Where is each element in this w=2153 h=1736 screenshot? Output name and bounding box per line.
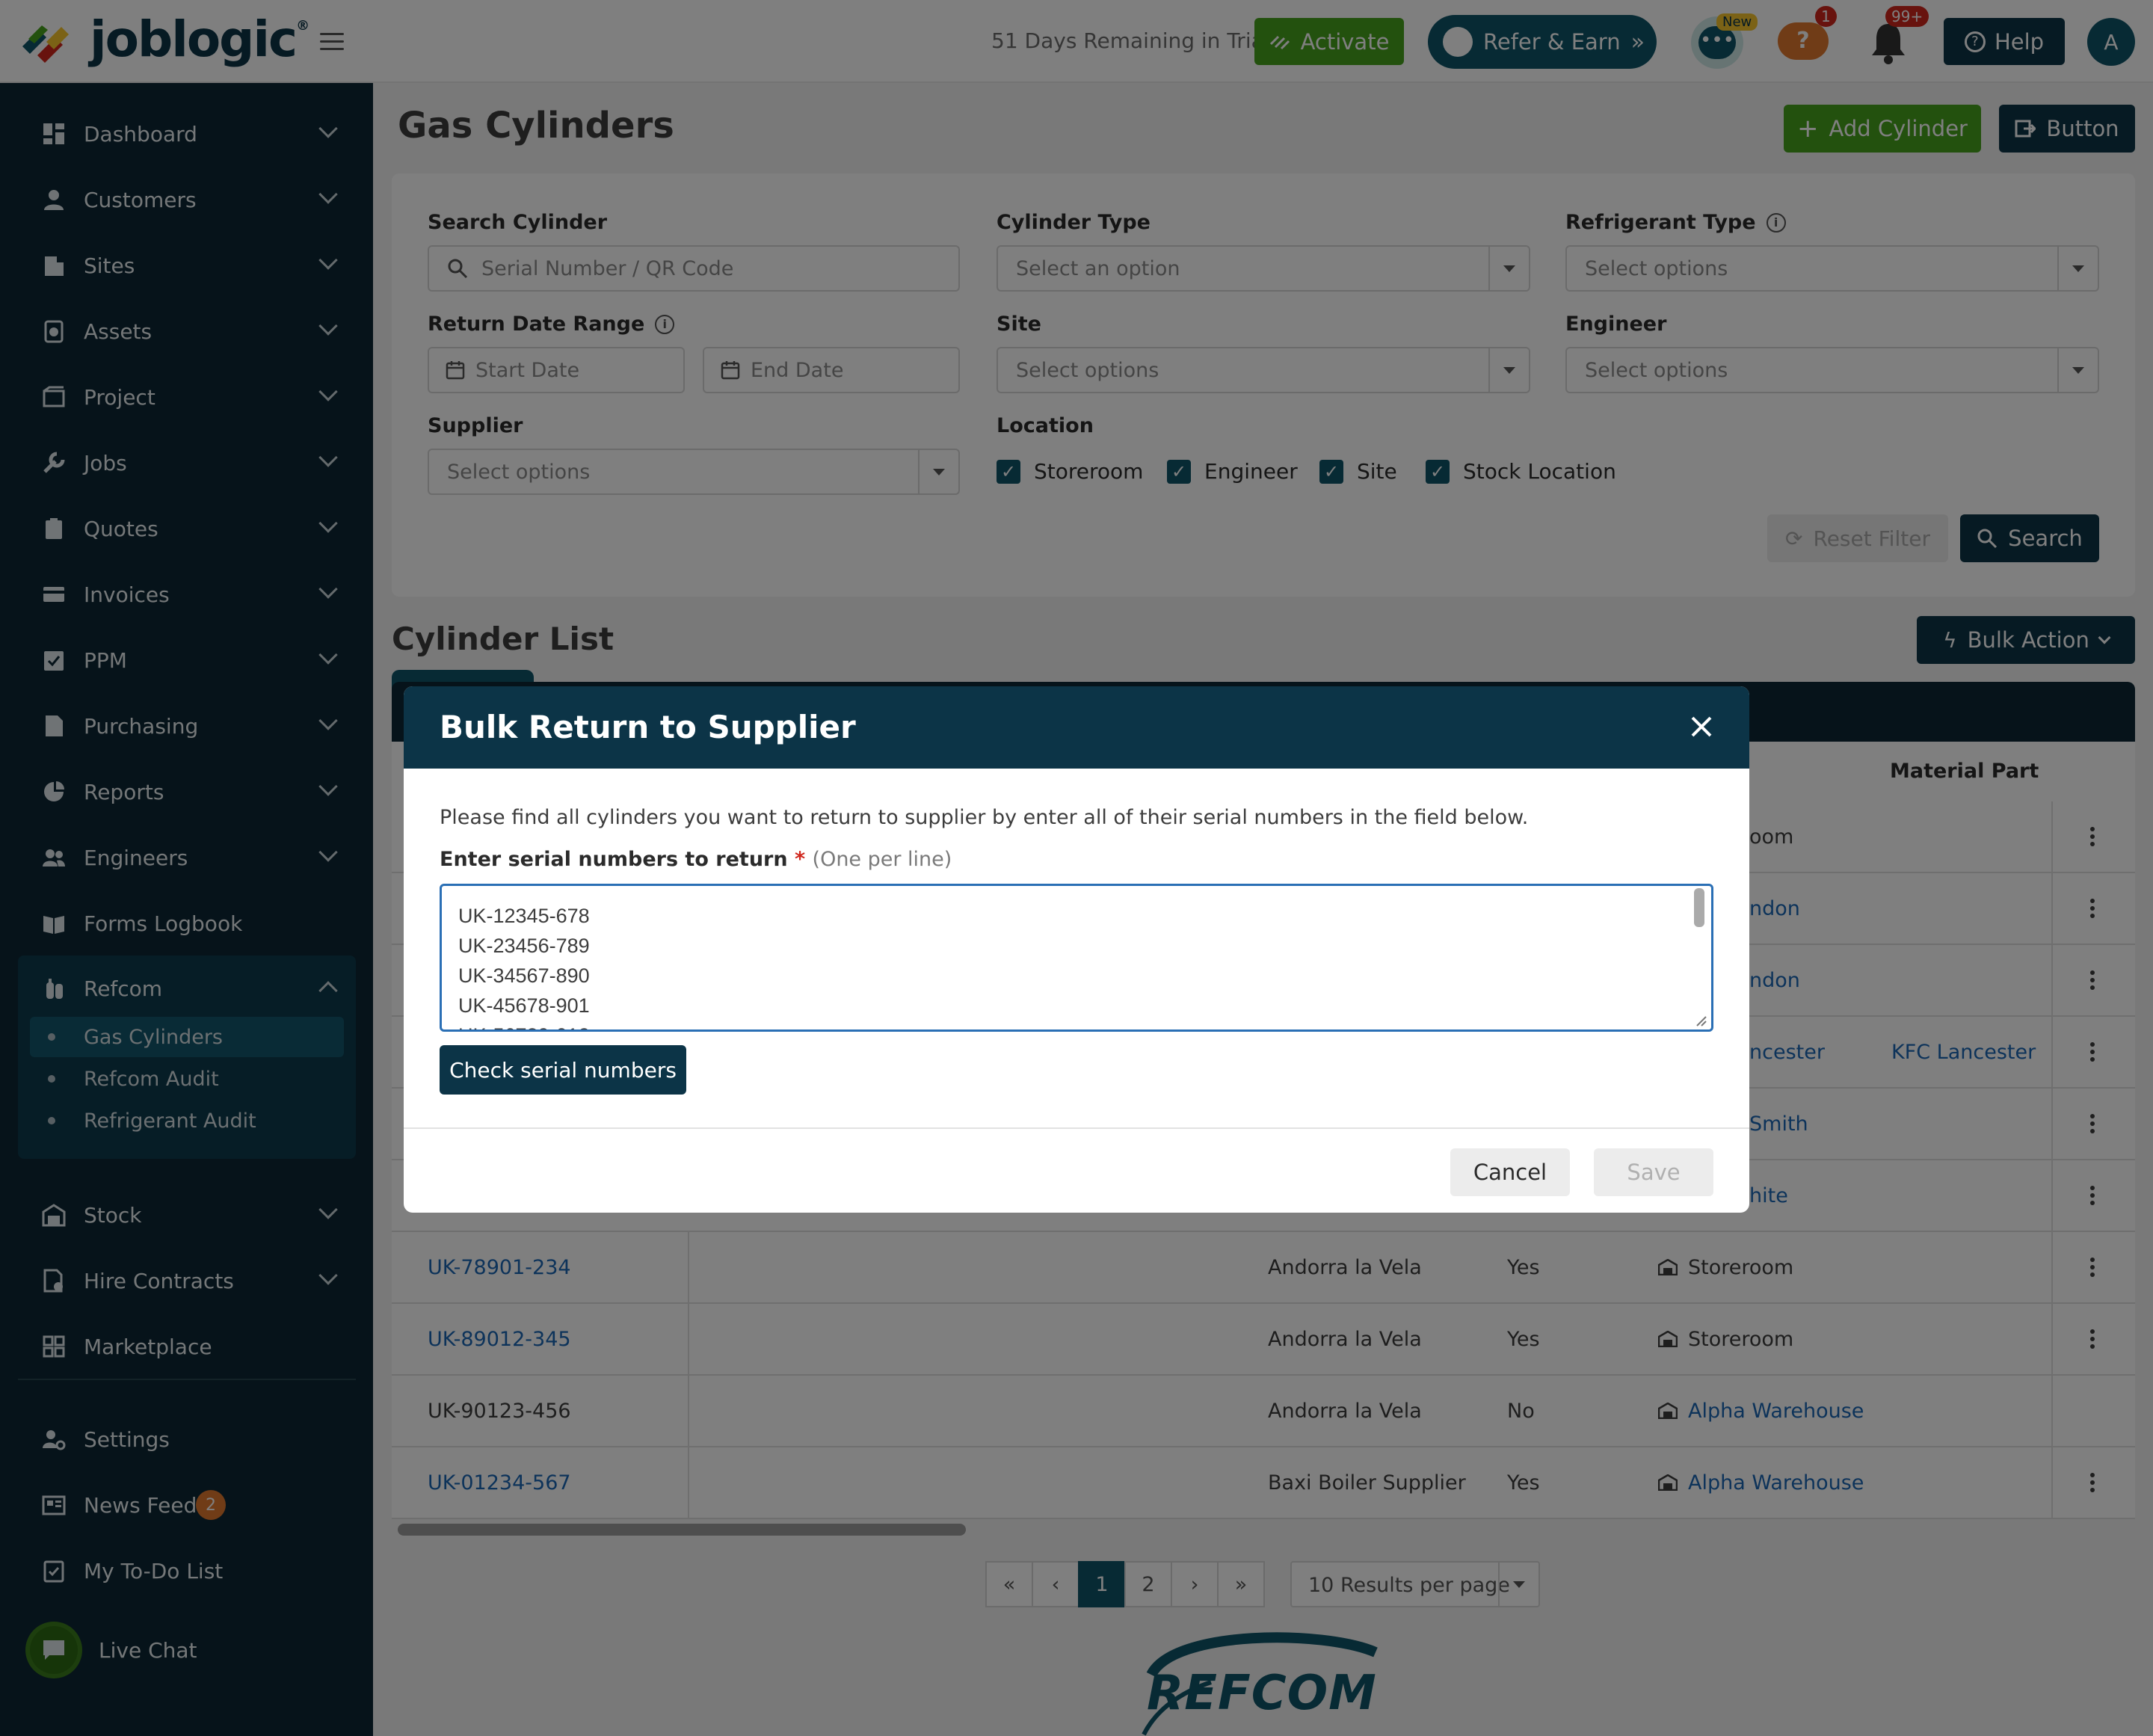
field-hint: (One per line) (812, 848, 952, 871)
save-button[interactable]: Save (1594, 1148, 1713, 1196)
textarea-scrollbar[interactable] (1694, 888, 1704, 927)
serial-numbers-textarea[interactable]: UK-12345-678 UK-23456-789 UK-34567-890 U… (440, 884, 1713, 1032)
bulk-return-modal: Bulk Return to Supplier Please find all … (404, 686, 1749, 1213)
cancel-button[interactable]: Cancel (1450, 1148, 1570, 1196)
label-text: Enter serial numbers to return (440, 848, 788, 871)
modal-divider (404, 1127, 1749, 1129)
close-icon[interactable] (1687, 712, 1716, 742)
required-mark: * (795, 848, 806, 871)
serial-field-label: Enter serial numbers to return * (One pe… (440, 848, 952, 871)
modal-description: Please find all cylinders you want to re… (440, 806, 1529, 829)
modal-title: Bulk Return to Supplier (440, 709, 856, 745)
modal-header: Bulk Return to Supplier (404, 686, 1749, 769)
check-serial-numbers-button[interactable]: Check serial numbers (440, 1045, 686, 1095)
resize-handle-icon[interactable] (1695, 1015, 1707, 1027)
